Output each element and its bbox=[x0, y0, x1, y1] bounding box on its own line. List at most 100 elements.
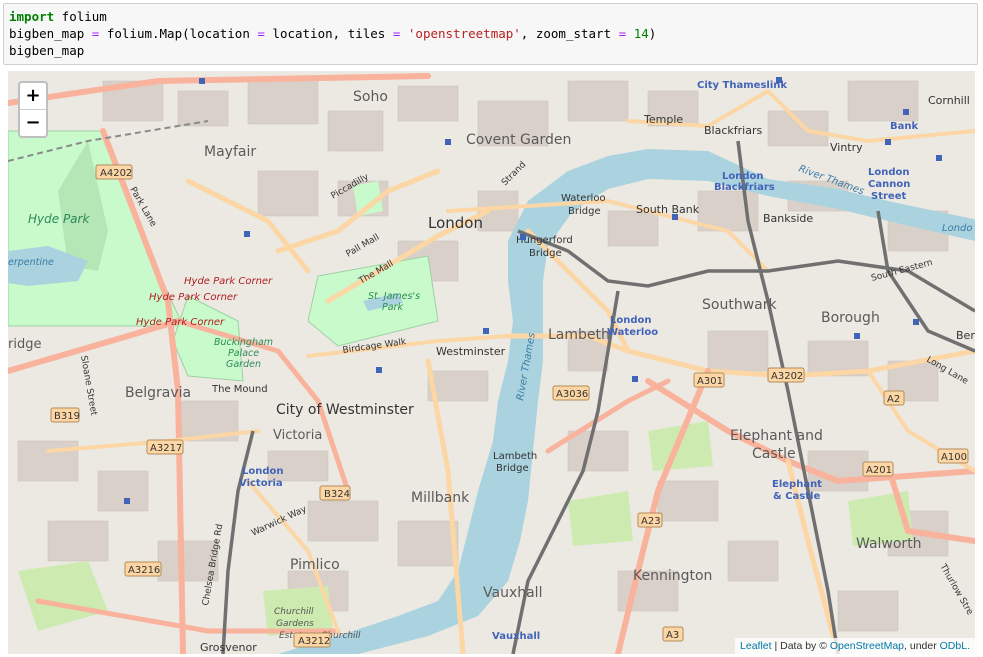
label-elephant-station: Elephant bbox=[772, 479, 822, 490]
code-string: 'openstreetmap' bbox=[407, 26, 521, 41]
code-text: bigben_map bbox=[9, 26, 92, 41]
shield-a2: A2 bbox=[887, 394, 900, 405]
shield-a201: A201 bbox=[866, 465, 892, 476]
code-cell[interactable]: import folium bigben_map = folium.Map(lo… bbox=[3, 3, 978, 65]
label-belgravia: Belgravia bbox=[125, 385, 191, 401]
label-buckingham-2: Palace bbox=[228, 348, 259, 359]
label-vintry: Vintry bbox=[830, 141, 863, 154]
label-city-of-westminster: City of Westminster bbox=[276, 402, 414, 418]
shield-a3212: A3212 bbox=[298, 636, 330, 647]
label-southwark: Southwark bbox=[702, 297, 777, 313]
label-elephant-and: Elephant and bbox=[730, 428, 823, 444]
label-hyde-park-corner-2: Hyde Park Corner bbox=[149, 292, 238, 303]
zoom-in-button[interactable]: + bbox=[20, 83, 46, 110]
shield-a3216: A3216 bbox=[128, 565, 160, 576]
label-bank: Bank bbox=[890, 121, 918, 132]
label-bridge-left: ridge bbox=[8, 337, 41, 352]
map-tiles: Soho Covent Garden Mayfair London Temple… bbox=[8, 71, 975, 654]
shield-a100: A100 bbox=[941, 452, 967, 463]
label-borough: Borough bbox=[821, 310, 880, 326]
label-london: London bbox=[428, 214, 483, 232]
label-covent-garden: Covent Garden bbox=[466, 132, 571, 148]
label-bankside: Bankside bbox=[763, 212, 813, 225]
code-text: ) bbox=[648, 26, 657, 41]
label-south-bank: South Bank bbox=[636, 203, 700, 216]
shield-a301: A301 bbox=[697, 376, 723, 387]
label-kennington: Kennington bbox=[633, 568, 712, 584]
label-waterloo-bridge: Waterloo bbox=[561, 193, 606, 204]
attribution: Leaflet | Data by © OpenStreetMap, under… bbox=[735, 638, 975, 654]
label-ber: Ber bbox=[956, 329, 975, 342]
label-cornhill: Cornhill bbox=[928, 94, 970, 107]
label-waterloo-bridge-2: Bridge bbox=[568, 206, 601, 217]
label-soho: Soho bbox=[353, 89, 388, 105]
openstreetmap-link[interactable]: OpenStreetMap bbox=[830, 640, 904, 652]
label-grosvenor: Grosvenor bbox=[200, 641, 257, 654]
label-lambeth-bridge-2: Bridge bbox=[496, 463, 529, 474]
label-city-thameslink: City Thameslink bbox=[697, 80, 787, 91]
label-london-victoria: London bbox=[242, 466, 284, 477]
label-churchill-2: Gardens bbox=[276, 619, 314, 629]
label-london-victoria-2: Victoria bbox=[239, 478, 283, 489]
label-lambeth: Lambeth bbox=[548, 327, 610, 343]
label-blackfriars: Blackfriars bbox=[704, 124, 762, 137]
label-london-right: Londo bbox=[942, 223, 973, 234]
label-hyde-park: Hyde Park bbox=[28, 212, 90, 226]
label-london-blackfriars-2: Blackfriars bbox=[714, 182, 775, 193]
code-line-1: import folium bbox=[9, 9, 107, 24]
label-buckingham-3: Garden bbox=[226, 359, 261, 370]
label-elephant-castle: Castle bbox=[752, 446, 796, 462]
label-vauxhall-station: Vauxhall bbox=[492, 631, 540, 642]
code-line-3: bigben_map bbox=[9, 43, 85, 58]
shield-a3: A3 bbox=[666, 630, 679, 641]
label-hyde-park-corner-3: Hyde Park Corner bbox=[136, 317, 225, 328]
shield-b324: B324 bbox=[324, 489, 350, 500]
label-pimlico: Pimlico bbox=[290, 557, 340, 573]
shield-b319: B319 bbox=[54, 411, 80, 422]
label-churchill-1: Churchill bbox=[274, 607, 314, 617]
label-hyde-park-corner-1: Hyde Park Corner bbox=[184, 276, 273, 287]
label-victoria: Victoria bbox=[273, 428, 322, 443]
code-text: , zoom_start bbox=[520, 26, 619, 41]
label-temple: Temple bbox=[643, 113, 683, 126]
label-london-cannon: London bbox=[868, 167, 910, 178]
code-text: folium.Map(location bbox=[99, 26, 258, 41]
shield-a3202: A3202 bbox=[771, 371, 803, 382]
code-text: folium bbox=[54, 9, 107, 24]
attribution-under: , under bbox=[904, 640, 940, 652]
label-westminster: Westminster bbox=[436, 345, 506, 358]
label-st-james-park-2: Park bbox=[382, 302, 403, 313]
label-london-waterloo: London bbox=[610, 315, 652, 326]
leaflet-link[interactable]: Leaflet bbox=[740, 640, 772, 652]
label-london-blackfriars: London bbox=[722, 171, 764, 182]
label-hungerford-2: Bridge bbox=[529, 248, 562, 259]
zoom-control: + − bbox=[18, 81, 48, 138]
odbl-link[interactable]: ODbL. bbox=[940, 640, 970, 652]
label-walworth: Walworth bbox=[856, 536, 922, 552]
label-serpentine: erpentine bbox=[8, 257, 54, 268]
label-london-waterloo-2: Waterloo bbox=[607, 327, 658, 338]
label-the-mound: The Mound bbox=[211, 384, 268, 395]
label-millbank: Millbank bbox=[411, 490, 470, 506]
shield-a3036: A3036 bbox=[556, 389, 588, 400]
map-container[interactable]: Soho Covent Garden Mayfair London Temple… bbox=[8, 71, 975, 654]
label-buckingham: Buckingham bbox=[214, 337, 273, 348]
code-text: location, tiles bbox=[264, 26, 393, 41]
label-mayfair: Mayfair bbox=[204, 144, 256, 160]
code-number: 14 bbox=[633, 26, 649, 41]
attribution-text: | Data by © bbox=[771, 640, 830, 652]
code-line-2: bigben_map = folium.Map(location = locat… bbox=[9, 26, 656, 41]
label-london-cannon-2: Cannon bbox=[868, 179, 910, 190]
code-keyword: import bbox=[9, 9, 55, 24]
label-lambeth-bridge: Lambeth bbox=[493, 451, 537, 462]
code-operator: = bbox=[257, 26, 265, 41]
label-elephant-station-2: & Castle bbox=[773, 491, 820, 502]
label-vauxhall: Vauxhall bbox=[483, 585, 542, 601]
shield-a4202: A4202 bbox=[100, 168, 132, 179]
label-st-james-park: St. James's bbox=[368, 291, 420, 302]
shield-a3217: A3217 bbox=[150, 443, 182, 454]
zoom-out-button[interactable]: − bbox=[20, 110, 46, 136]
label-london-cannon-3: Street bbox=[871, 191, 906, 202]
